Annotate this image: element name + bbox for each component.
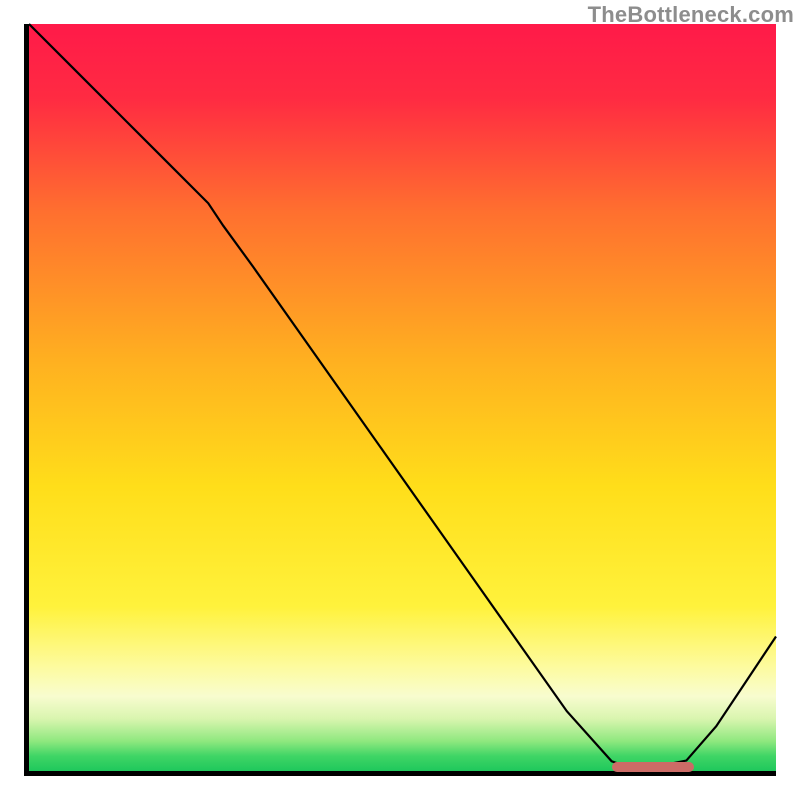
chart-plot-area <box>24 24 776 776</box>
chart-line-path <box>29 24 776 767</box>
chart-line-svg <box>29 24 776 771</box>
chart-optimum-marker <box>612 762 694 772</box>
